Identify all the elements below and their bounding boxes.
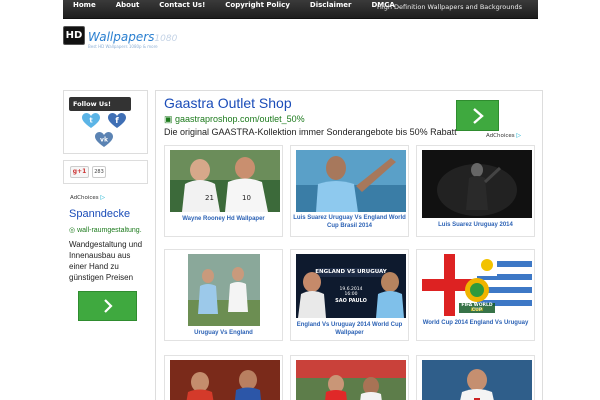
wallpaper-caption[interactable]: Wayne Rooney Hd Wallpaper bbox=[167, 215, 280, 223]
world-cup-badge-sub: Brasil bbox=[470, 308, 484, 313]
wallpaper-card[interactable]: Luis Suarez Uruguay 2014 bbox=[416, 145, 535, 237]
svg-text:21: 21 bbox=[205, 194, 214, 202]
adchoices-icon: ▷ bbox=[516, 132, 522, 139]
main-ad-desc: Die original GAASTRA-Kollektion immer So… bbox=[164, 127, 457, 137]
nav-disclaimer[interactable]: Disclaimer bbox=[300, 0, 362, 11]
gplus-widget: g+1 283 bbox=[63, 160, 148, 184]
top-nav-bar: Home About Contact Us! Copyright Policy … bbox=[63, 0, 538, 19]
facebook-icon[interactable]: f bbox=[108, 113, 126, 129]
logo-word-text: Wallpapers bbox=[88, 30, 155, 44]
nav-contact[interactable]: Contact Us! bbox=[149, 0, 215, 11]
nav-copyright-policy[interactable]: Copyright Policy bbox=[215, 0, 300, 11]
wallpaper-caption[interactable]: Uruguay Vs England bbox=[167, 329, 280, 337]
wallpaper-card[interactable] bbox=[416, 355, 535, 400]
vk-icon[interactable]: vk bbox=[95, 132, 113, 148]
wallpaper-thumbnail[interactable] bbox=[170, 360, 280, 400]
wallpaper-thumbnail[interactable] bbox=[296, 360, 406, 400]
wallpaper-card[interactable] bbox=[290, 355, 409, 400]
main-adchoices[interactable]: AdChoices ▷ bbox=[486, 132, 521, 140]
wallpaper-card[interactable] bbox=[164, 355, 283, 400]
wallpaper-thumbnail[interactable] bbox=[188, 254, 260, 326]
match-city: SAO PAULO bbox=[335, 298, 367, 304]
main-adchoices-label: AdChoices bbox=[486, 133, 515, 139]
svg-text:vk: vk bbox=[100, 137, 109, 144]
logo-subtitle: Best HD Wallpapers 1080p & more bbox=[88, 44, 158, 49]
follow-us-widget: Follow Us! t f vk bbox=[63, 90, 148, 154]
sidebar-ad-url-text: wall-raumgestaltung. bbox=[77, 227, 142, 234]
follow-us-title: Follow Us! bbox=[69, 97, 131, 111]
match-time: 16:00 bbox=[344, 292, 358, 297]
logo-wordmark: Wallpapers1080 bbox=[88, 31, 177, 45]
wallpaper-card[interactable]: Luis Suarez Uruguay Vs England World Cup… bbox=[290, 145, 409, 237]
adchoices-icon: ▷ bbox=[100, 194, 106, 201]
logo-hd-badge: HD bbox=[63, 26, 85, 45]
sidebar-ad-title[interactable]: Spanndecke bbox=[69, 207, 130, 221]
sidebar-ad-desc: Wandgestaltung und Innenausbau aus einer… bbox=[69, 240, 143, 282]
twitter-icon[interactable]: t bbox=[82, 113, 100, 129]
main-ad-url-text: gaastraproshop.com/outlet_50% bbox=[175, 114, 305, 124]
nav-home[interactable]: Home bbox=[63, 0, 106, 11]
ad-link-icon: ▣ bbox=[164, 114, 176, 124]
gplus-button[interactable]: g+1 bbox=[70, 166, 89, 178]
wallpaper-thumbnail[interactable] bbox=[422, 360, 532, 400]
sidebar-adchoices[interactable]: AdChoices ▷ bbox=[70, 194, 105, 202]
chevron-right-icon bbox=[103, 299, 113, 313]
wallpaper-caption[interactable]: Luis Suarez Uruguay 2014 bbox=[419, 221, 532, 229]
wallpaper-thumbnail[interactable]: 21 10 bbox=[170, 150, 280, 212]
sidebar-adchoices-label: AdChoices bbox=[70, 195, 99, 201]
wallpaper-caption[interactable]: World Cup 2014 England Vs Uruguay bbox=[419, 319, 532, 327]
main-ad-title[interactable]: Gaastra Outlet Shop bbox=[164, 95, 292, 112]
svg-text:f: f bbox=[115, 116, 119, 125]
main-ad-url[interactable]: ▣ gaastraproshop.com/outlet_50% bbox=[164, 114, 305, 125]
wallpaper-thumbnail[interactable]: FIFA WORLD CUP Brasil bbox=[422, 254, 532, 316]
main-ad-arrow-button[interactable] bbox=[456, 100, 499, 131]
sidebar-ad-url[interactable]: ◎ wall-raumgestaltung. bbox=[69, 226, 149, 236]
wallpaper-card[interactable]: FIFA WORLD CUP Brasil World Cup 2014 Eng… bbox=[416, 249, 535, 341]
site-logo[interactable]: HD Wallpapers1080 Best HD Wallpapers 108… bbox=[63, 26, 183, 52]
wallpaper-card[interactable]: Uruguay Vs England bbox=[164, 249, 283, 341]
ad-link-icon: ◎ bbox=[69, 227, 78, 234]
wallpaper-card[interactable]: 21 10 Wayne Rooney Hd Wallpaper bbox=[164, 145, 283, 237]
wallpaper-caption[interactable]: England Vs Uruguay 2014 World Cup Wallpa… bbox=[293, 321, 406, 337]
nav-menu: Home About Contact Us! Copyright Policy … bbox=[63, 0, 405, 19]
match-banner-title: ENGLAND VS URUGUAY bbox=[315, 269, 387, 275]
wallpaper-card[interactable]: ENGLAND VS URUGUAY 19.6.2014 16:00 SAO P… bbox=[290, 249, 409, 341]
nav-about[interactable]: About bbox=[106, 0, 150, 11]
sidebar-ad[interactable]: AdChoices ▷ Spanndecke ◎ wall-raumgestal… bbox=[63, 190, 148, 338]
main-ad-banner[interactable]: Gaastra Outlet Shop ▣ gaastraproshop.com… bbox=[156, 91, 542, 143]
wallpaper-caption[interactable]: Luis Suarez Uruguay Vs England World Cup… bbox=[293, 214, 406, 230]
wallpaper-thumbnail[interactable]: ENGLAND VS URUGUAY 19.6.2014 16:00 SAO P… bbox=[296, 254, 406, 318]
wallpaper-thumbnail[interactable] bbox=[296, 150, 406, 212]
chevron-right-icon bbox=[472, 107, 484, 124]
wallpaper-thumbnail[interactable] bbox=[422, 150, 532, 218]
main-content: Gaastra Outlet Shop ▣ gaastraproshop.com… bbox=[155, 90, 543, 400]
sidebar-ad-arrow-button[interactable] bbox=[78, 291, 137, 321]
logo-suffix: 1080 bbox=[154, 34, 178, 44]
svg-text:10: 10 bbox=[242, 194, 251, 202]
gplus-count: 283 bbox=[92, 166, 106, 178]
site-tagline: High Definition Wallpapers and Backgroun… bbox=[377, 3, 522, 11]
page: Home About Contact Us! Copyright Policy … bbox=[0, 0, 600, 400]
